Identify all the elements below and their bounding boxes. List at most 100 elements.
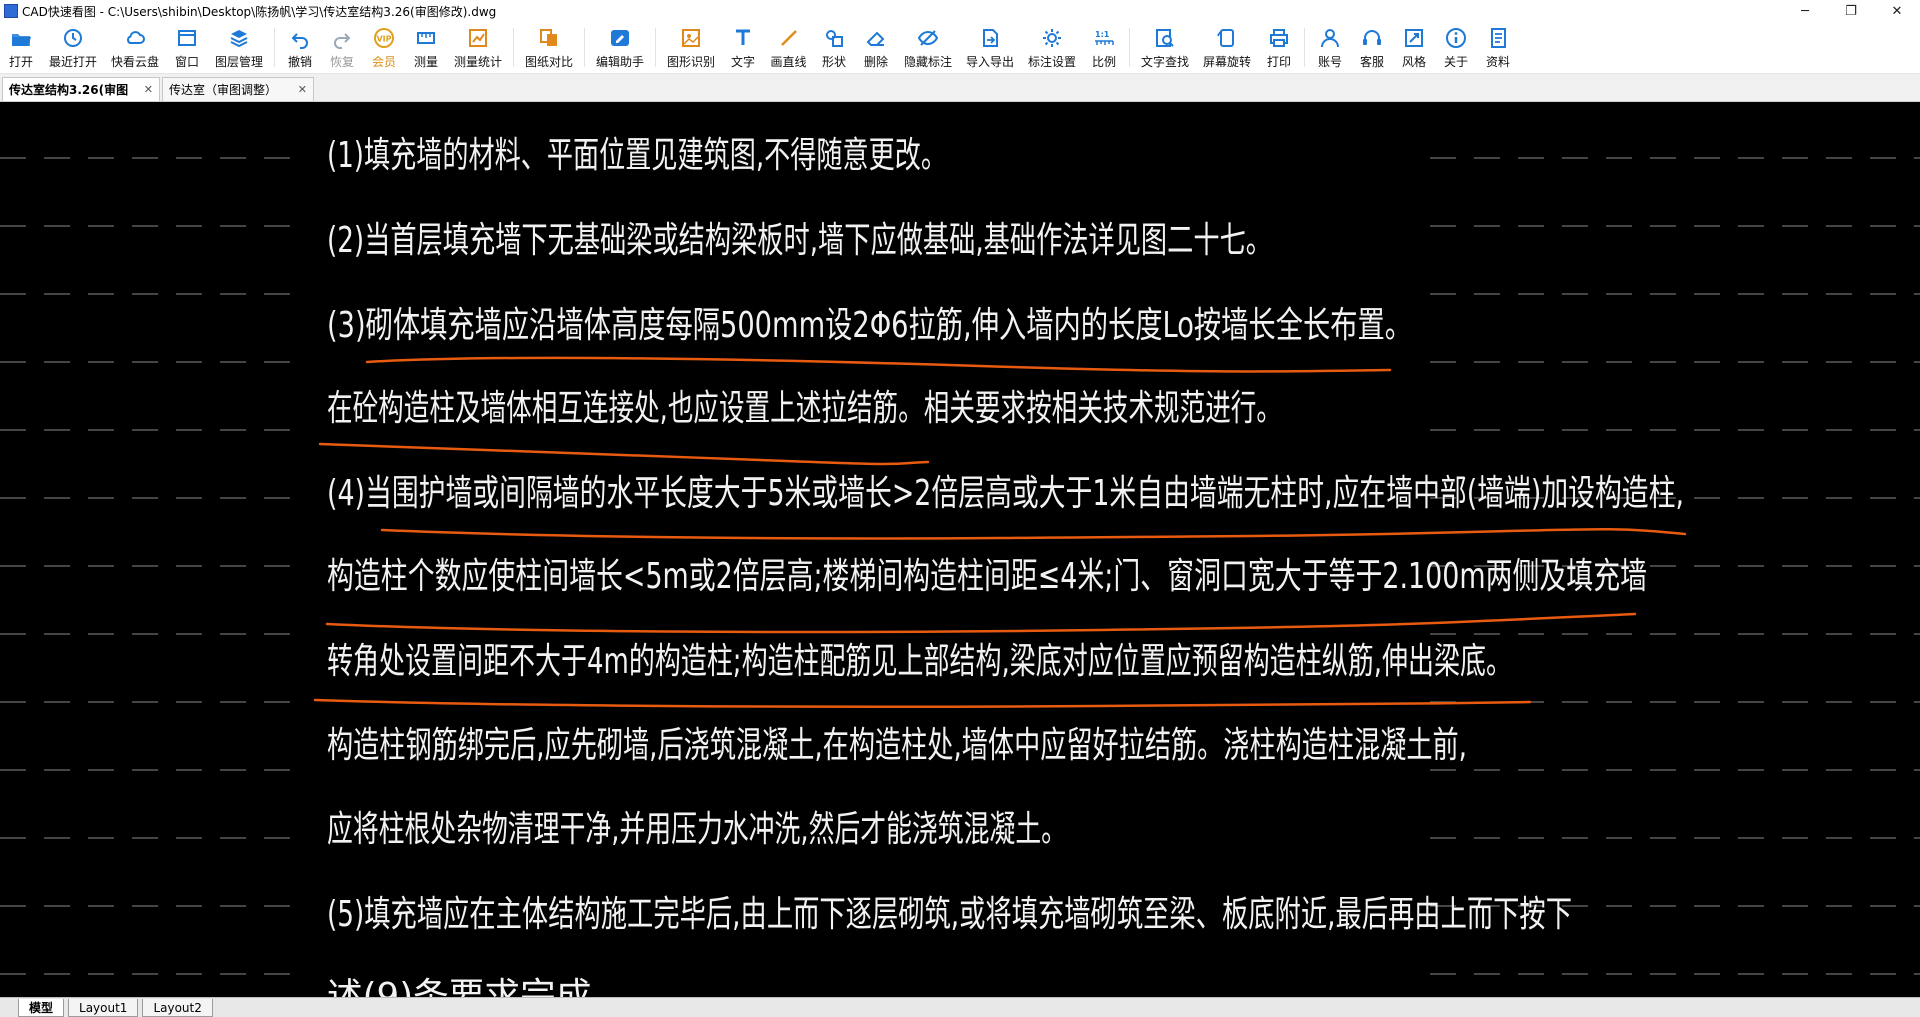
- main-toolbar: 打开 最近打开 快看云盘 窗口 图层管理 撤销 恢复 VIP 会员 测量 测量统计 图纸对比 编辑助手 图…: [0, 22, 1920, 74]
- close-icon[interactable]: ✕: [298, 83, 307, 96]
- toolbar-separator: [1304, 28, 1305, 67]
- scale-button[interactable]: 1:1 比例: [1083, 22, 1125, 73]
- redo-button[interactable]: 恢复: [321, 22, 363, 73]
- scale-icon: 1:1: [1092, 26, 1116, 50]
- drawing-text-line: (4)当围护墙或间隔墙的水平长度大于5米或墙长>2倍层高或大于1米自由墙端无柱时…: [327, 473, 1684, 514]
- markup-underline: [313, 698, 1532, 708]
- headset-button[interactable]: 客服: [1351, 22, 1393, 73]
- drawing-text-line: (1)填充墙的材料、平面位置见建筑图,不得随意更改。: [327, 135, 947, 176]
- line-button[interactable]: 画直线: [764, 22, 813, 73]
- printer-icon: [1267, 26, 1291, 50]
- shape-recognize-button[interactable]: 图形识别: [660, 22, 722, 73]
- eye-hide-button[interactable]: 隐藏标注: [897, 22, 959, 73]
- close-icon[interactable]: ✕: [144, 83, 153, 96]
- style-icon: [1402, 26, 1426, 50]
- toolbar-button-label: 形状: [821, 55, 846, 69]
- undo-button[interactable]: 撤销: [279, 22, 321, 73]
- layers-button[interactable]: 图层管理: [208, 22, 270, 73]
- shape-button[interactable]: 形状: [813, 22, 855, 73]
- window-icon: [175, 26, 199, 50]
- compare-button[interactable]: 图纸对比: [518, 22, 580, 73]
- toolbar-button-label: 账号: [1317, 55, 1342, 69]
- window-title: CAD快速看图 - C:\Users\shibin\Desktop\陈扬帆\学习…: [22, 4, 497, 19]
- edit-assistant-icon: [608, 26, 632, 50]
- import-export-button[interactable]: 导入导出: [959, 22, 1021, 73]
- rotate-screen-icon: [1215, 26, 1239, 50]
- measure-stats-button[interactable]: 测量统计: [447, 22, 509, 73]
- close-button[interactable]: ✕: [1874, 0, 1920, 22]
- app-logo-icon: [4, 4, 18, 18]
- ruler-icon: [414, 26, 438, 50]
- toolbar-button-label: 快看云盘: [110, 55, 159, 69]
- style-button[interactable]: 风格: [1393, 22, 1435, 73]
- cloud-icon: [123, 26, 147, 50]
- markup-underline: [318, 442, 930, 466]
- cloud-button[interactable]: 快看云盘: [104, 22, 166, 73]
- toolbar-button-label: 窗口: [174, 55, 199, 69]
- restore-button[interactable]: ❐: [1828, 0, 1874, 22]
- headset-icon: [1360, 26, 1384, 50]
- layers-icon: [227, 26, 251, 50]
- toolbar-button-label: 删除: [863, 55, 888, 69]
- layout-tab-layout2[interactable]: Layout2: [142, 998, 213, 1017]
- text-search-button[interactable]: 文字查找: [1134, 22, 1196, 73]
- toolbar-button-label: 屏幕旋转: [1202, 55, 1251, 69]
- line-icon: [777, 26, 801, 50]
- shape-icon: [822, 26, 846, 50]
- edit-assistant-button[interactable]: 编辑助手: [589, 22, 651, 73]
- drawing-canvas[interactable]: (1)填充墙的材料、平面位置见建筑图,不得随意更改。 (2)当首层填充墙下无基础梁…: [0, 104, 1920, 997]
- drawing-text-line: (3)砌体填充墙应沿墙体高度每隔500mm设2Φ6拉筋,伸入墙内的长度Lo按墙长…: [327, 305, 1412, 346]
- folder-open-button[interactable]: 打开: [0, 22, 42, 73]
- vip-icon: VIP: [372, 26, 396, 50]
- toolbar-button-label: 隐藏标注: [903, 55, 952, 69]
- layout-tab-model[interactable]: 模型: [18, 998, 65, 1017]
- eraser-icon: [864, 26, 888, 50]
- window-button[interactable]: 窗口: [166, 22, 208, 73]
- toolbar-button-label: 资料: [1485, 55, 1510, 69]
- folder-open-icon: [9, 26, 33, 50]
- toolbar-button-label: 测量统计: [453, 55, 502, 69]
- drawing-svg: (1)填充墙的材料、平面位置见建筑图,不得随意更改。 (2)当首层填充墙下无基础梁…: [0, 135, 1920, 997]
- toolbar-button-label: 文字查找: [1140, 55, 1189, 69]
- ruler-button[interactable]: 测量: [405, 22, 447, 73]
- rotate-screen-button[interactable]: 屏幕旋转: [1196, 22, 1258, 73]
- toolbar-button-label: 会员: [371, 55, 396, 69]
- svg-text:1:1: 1:1: [1095, 30, 1110, 39]
- layout-tab-layout1[interactable]: Layout1: [68, 998, 139, 1017]
- drawing-text-line: 构造柱钢筋绑完后,应先砌墙,后浇筑混凝土,在构造柱处,墙体中应留好拉结筋。浇柱构…: [327, 725, 1467, 766]
- docs-button[interactable]: 资料: [1477, 22, 1519, 73]
- toolbar-button-label: 图形识别: [666, 55, 715, 69]
- tab-document-1[interactable]: 传达室结构3.26(审图 ✕: [2, 77, 160, 101]
- text-button[interactable]: 文字: [722, 22, 764, 73]
- user-button[interactable]: 账号: [1309, 22, 1351, 73]
- printer-button[interactable]: 打印: [1258, 22, 1300, 73]
- eye-hide-icon: [916, 26, 940, 50]
- compare-icon: [537, 26, 561, 50]
- toolbar-button-label: 标注设置: [1027, 55, 1076, 69]
- clock-button[interactable]: 最近打开: [42, 22, 104, 73]
- toolbar-button-label: 图层管理: [214, 55, 263, 69]
- markup-underline: [325, 612, 1637, 634]
- toolbar-button-label: 文字: [730, 55, 755, 69]
- toolbar-button-label: 测量: [413, 55, 438, 69]
- clock-icon: [61, 26, 85, 50]
- svg-text:VIP: VIP: [376, 35, 391, 44]
- toolbar-button-label: 导入导出: [965, 55, 1014, 69]
- vip-button[interactable]: VIP 会员: [363, 22, 405, 73]
- toolbar-separator: [655, 28, 656, 67]
- title-bar: CAD快速看图 - C:\Users\shibin\Desktop\陈扬帆\学习…: [0, 0, 1920, 22]
- import-export-icon: [978, 26, 1002, 50]
- annotation-settings-button[interactable]: 标注设置: [1021, 22, 1083, 73]
- drawing-text-line: 构造柱个数应使柱间墙长<5m或2倍层高;楼梯间构造柱间距≤4米;门、窗洞口宽大于…: [327, 556, 1647, 597]
- measure-stats-icon: [466, 26, 490, 50]
- toolbar-button-label: 关于: [1443, 55, 1468, 69]
- toolbar-button-label: 最近打开: [48, 55, 97, 69]
- shape-recognize-icon: [679, 26, 703, 50]
- text-icon: [731, 26, 755, 50]
- toolbar-separator: [274, 28, 275, 67]
- info-button[interactable]: 关于: [1435, 22, 1477, 73]
- minimize-button[interactable]: ─: [1782, 0, 1828, 22]
- eraser-button[interactable]: 删除: [855, 22, 897, 73]
- tab-document-2[interactable]: 传达室（审图调整） ✕: [162, 77, 314, 101]
- undo-icon: [288, 26, 312, 50]
